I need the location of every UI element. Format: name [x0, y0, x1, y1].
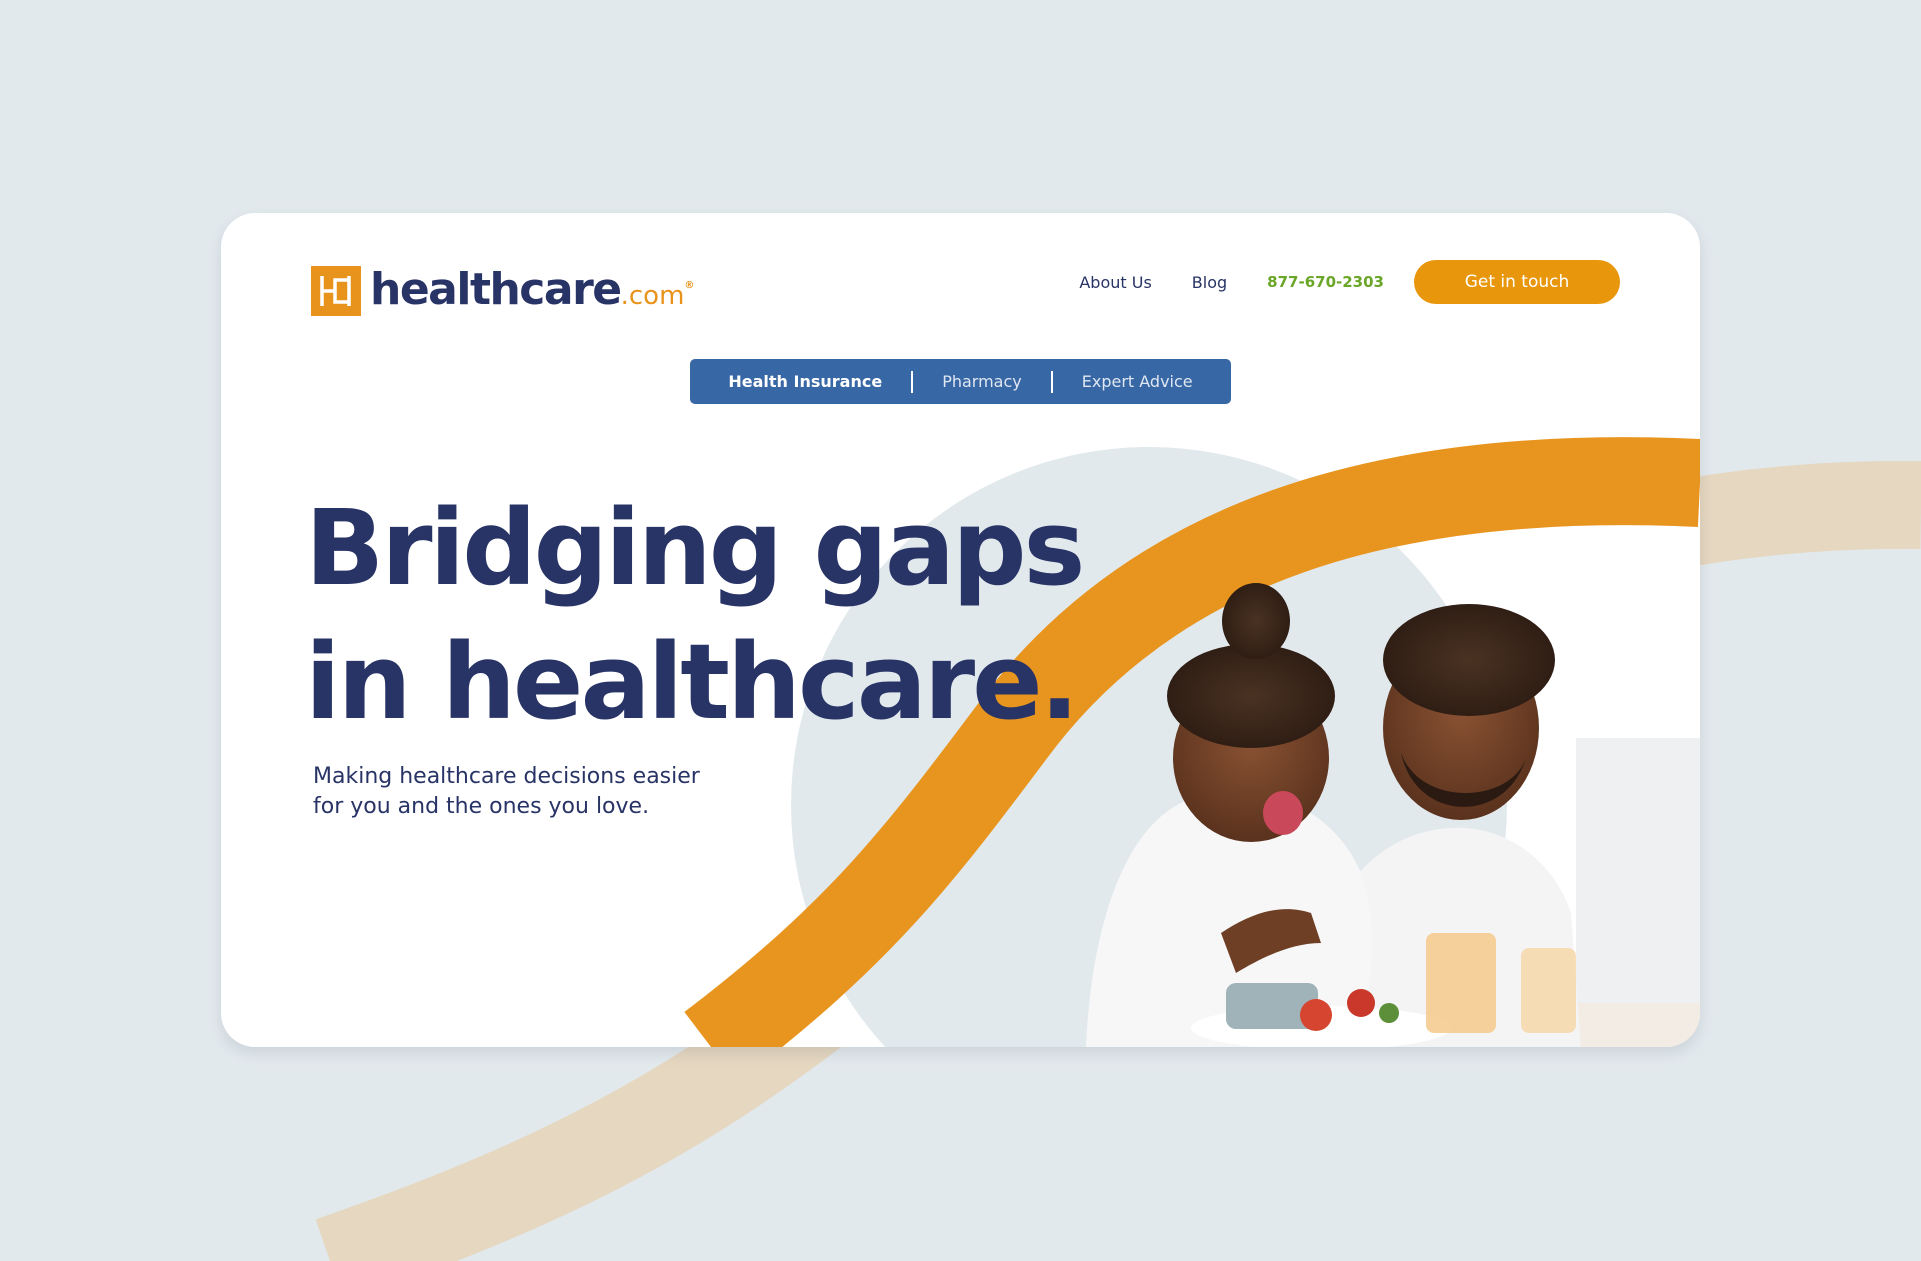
page: healthcare.com® About Us Blog 877-670-23…: [0, 0, 1921, 1261]
category-tabs: Health Insurance Pharmacy Expert Advice: [690, 359, 1231, 404]
logo-h-icon: [311, 266, 361, 316]
hero-card: healthcare.com® About Us Blog 877-670-23…: [221, 213, 1700, 1047]
tab-pharmacy[interactable]: Pharmacy: [913, 372, 1051, 391]
hero-headline: Bridging gaps in healthcare.: [305, 481, 1085, 749]
tab-health-insurance[interactable]: Health Insurance: [699, 372, 911, 391]
hero-headline-line-1: Bridging gaps: [305, 487, 1085, 609]
hero-subheading: Making healthcare decisions easier for y…: [313, 764, 700, 819]
logo-registered-mark: ®: [684, 280, 694, 291]
top-navigation: About Us Blog 877-670-2303 Get in touch: [1079, 260, 1620, 304]
brand-logo[interactable]: healthcare.com®: [311, 261, 694, 321]
logo-tld: .com: [620, 281, 685, 311]
tab-expert-advice[interactable]: Expert Advice: [1053, 372, 1222, 391]
get-in-touch-button[interactable]: Get in touch: [1414, 260, 1620, 304]
logo-wordmark: healthcare.com®: [370, 261, 694, 321]
nav-link-blog[interactable]: Blog: [1192, 273, 1227, 292]
nav-link-about-us[interactable]: About Us: [1079, 273, 1151, 292]
logo-name: healthcare: [370, 264, 622, 315]
phone-number-link[interactable]: 877-670-2303: [1267, 273, 1384, 291]
hero-headline-line-2: in healthcare.: [305, 621, 1079, 743]
